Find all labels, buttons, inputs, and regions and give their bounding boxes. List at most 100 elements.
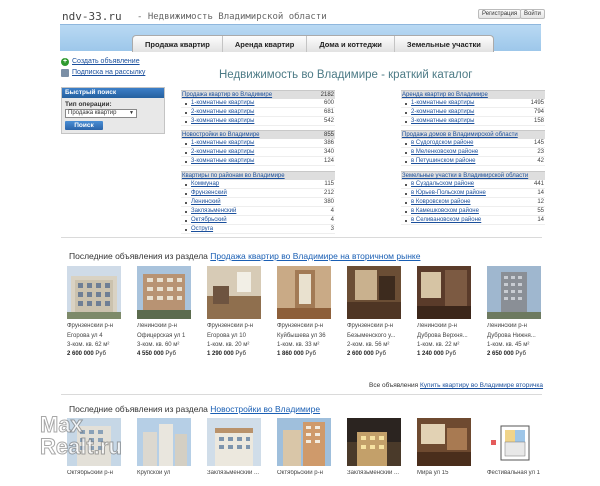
listing-district: Ленинский р-н	[417, 323, 457, 329]
list-item-link[interactable]: 2-комнатные квартиры	[182, 108, 254, 116]
list-item: 2-комнатные квартиры 794	[401, 108, 545, 117]
listing-photo[interactable]	[207, 266, 261, 319]
list-item-link[interactable]: Заклязьменский	[182, 207, 236, 215]
list-item-link[interactable]: 1-комнатные квартиры	[182, 99, 254, 107]
catalog-header: Продажа домов в Владимирской области	[401, 130, 545, 139]
listing-price: 2 600 000 Руб	[347, 349, 401, 358]
listing-card[interactable]: Октябрьский р-н	[67, 418, 121, 478]
catalog-title-link[interactable]: Земельные участки в Владимирской области	[402, 172, 528, 180]
catalog-title-link[interactable]: Аренда квартир во Владимире	[402, 91, 488, 99]
price-currency: Руб	[445, 351, 456, 357]
tab-houses[interactable]: Дома и коттеджи	[307, 36, 395, 52]
listing-card[interactable]: Фрунзенский р-н Безыменского у... 2-ком.…	[347, 266, 401, 358]
add-listing-link[interactable]: + Создать объявление	[61, 56, 145, 67]
list-item-link[interactable]: Оструга	[182, 225, 213, 233]
listing-price: 1 290 000 Руб	[207, 349, 261, 358]
catalog-districts: Квартиры по районам во Владимире Коммуна…	[181, 171, 335, 234]
list-item-link[interactable]: в Камешковском районе	[402, 207, 479, 215]
all-listings: Все объявления Купить квартиру во Владим…	[369, 382, 543, 389]
catalog-header: Земельные участки в Владимирской области	[401, 171, 545, 180]
subscribe-label[interactable]: Подписка на рассылку	[72, 69, 145, 76]
listing-card[interactable]: Крупской ул	[137, 418, 191, 478]
list-item-count: 441	[533, 181, 544, 187]
list-item-link[interactable]: в Ковровском районе	[402, 198, 471, 206]
catalog-title-link[interactable]: Новостройки во Владимире	[182, 131, 260, 139]
list-item-link[interactable]: 3-комнатные квартиры	[182, 117, 254, 125]
listing-address: Егорова ул 10	[207, 333, 246, 339]
list-item-link[interactable]: 3-комнатные квартиры	[182, 157, 254, 165]
list-item-count: 55	[537, 208, 544, 214]
listing-photo[interactable]	[347, 266, 401, 319]
listing-photo[interactable]	[67, 418, 121, 466]
listing-photo[interactable]	[487, 418, 541, 466]
search-button[interactable]: Поиск	[65, 121, 103, 130]
list-item-link[interactable]: в Суздальском районе	[402, 180, 474, 188]
list-item-link[interactable]: в Петушинском районе	[402, 157, 475, 165]
listing-photo[interactable]	[417, 266, 471, 319]
list-item-link[interactable]: Фрунзенский	[182, 189, 227, 197]
listing-card[interactable]: Мира ул 15	[417, 418, 471, 478]
header: ndv-33.ru - Недвижимость Владимирской об…	[0, 0, 600, 24]
listing-card[interactable]: Фрунзенский р-н Куйбышева ул 36 1-ком. к…	[277, 266, 331, 358]
register-button[interactable]: Регистрация	[478, 9, 522, 19]
catalog-title-link[interactable]: Продажа домов в Владимирской области	[402, 131, 518, 139]
plus-icon: +	[61, 57, 69, 66]
list-item-link[interactable]: 2-комнатные квартиры	[182, 148, 254, 156]
listing-address: Офицерская ул 1	[137, 333, 186, 339]
listing-card[interactable]: Ленинский р-н Офицерская ул 1 3-ком. кв.…	[137, 266, 191, 358]
list-item-link[interactable]: 1-комнатные квартиры	[182, 139, 254, 147]
list-item-link[interactable]: 2-комнатные квартиры	[402, 108, 474, 116]
list-item: в Юрьев-Польском районе 14	[401, 189, 545, 198]
list-item-link[interactable]: 1-комнатные квартиры	[402, 99, 474, 107]
listing-photo[interactable]	[277, 266, 331, 319]
list-item-count: 158	[533, 118, 544, 124]
listing-card[interactable]: Фестивальная ул 1	[487, 418, 541, 478]
list-item-link[interactable]: Ленинский	[182, 198, 221, 206]
catalog-title-link[interactable]: Квартиры по районам во Владимире	[182, 172, 285, 180]
site-name[interactable]: ndv-33.ru	[62, 10, 122, 23]
tab-sale[interactable]: Продажа квартир	[133, 36, 223, 52]
listing-card[interactable]: Фрунзенский р-н Егорова ул 4 3-ком. кв. …	[67, 266, 121, 358]
list-item-count: 23	[537, 149, 544, 155]
login-button[interactable]: Войти	[520, 9, 545, 19]
price-currency: Руб	[235, 351, 246, 357]
listing-card[interactable]: Заклязьменский ...	[347, 418, 401, 478]
list-item-count: 380	[323, 199, 334, 205]
list-item-link[interactable]: Октябрьский	[182, 216, 227, 224]
listing-photo[interactable]	[207, 418, 261, 466]
all-listings-link[interactable]: Купить квартиру во Владимире вторичка	[420, 382, 543, 389]
listing-photo[interactable]	[347, 418, 401, 466]
list-item-link[interactable]: в Селивановском районе	[402, 216, 481, 224]
listing-card[interactable]: Фрунзенский р-н Егорова ул 10 1-ком. кв.…	[207, 266, 261, 358]
listing-photo[interactable]	[487, 266, 541, 319]
list-item-link[interactable]: в Судогодском районе	[402, 139, 473, 147]
listing-photo[interactable]	[137, 418, 191, 466]
list-item-link[interactable]: Коммунар	[182, 180, 219, 188]
listing-card[interactable]: Ленинский р-н Дуброва Верхня... 1-ком. к…	[417, 266, 471, 358]
listing-card[interactable]: Заклязьменский ...	[207, 418, 261, 478]
listing-card[interactable]: Ленинский р-н Дуброва Нижня... 1-ком. кв…	[487, 266, 541, 358]
listing-photo[interactable]	[277, 418, 331, 466]
listing-photo[interactable]	[67, 266, 121, 319]
list-item-link[interactable]: в Меленковском районе	[402, 148, 478, 156]
listing-card[interactable]: Октябрьский р-н	[277, 418, 331, 478]
subscribe-link[interactable]: Подписка на рассылку	[61, 67, 145, 78]
listing-photo[interactable]	[137, 266, 191, 319]
list-item-link[interactable]: 3-комнатные квартиры	[402, 117, 474, 125]
tab-rent[interactable]: Аренда квартир	[223, 36, 308, 52]
list-item: 3-комнатные квартиры 124	[181, 157, 335, 166]
list-item-link[interactable]: в Юрьев-Польском районе	[402, 189, 486, 197]
listing-address: Куйбышева ул 36	[277, 333, 326, 339]
add-listing-label[interactable]: Создать объявление	[72, 58, 140, 65]
list-item: в Судогодском районе 145	[401, 139, 545, 148]
catalog-count: 2182	[320, 92, 334, 98]
section-link[interactable]: Новостройки во Владимире	[210, 404, 320, 414]
listing-photo[interactable]	[417, 418, 471, 466]
list-item: в Петушинском районе 42	[401, 157, 545, 166]
catalog-houses: Продажа домов в Владимирской области в С…	[401, 130, 545, 166]
listing-district: Крупской ул	[137, 470, 171, 476]
catalog-title-link[interactable]: Продажа квартир во Владимире	[182, 91, 272, 99]
section-link[interactable]: Продажа квартир во Владимире на вторично…	[210, 251, 420, 261]
tab-land[interactable]: Земельные участки	[395, 36, 493, 52]
operation-select[interactable]: Продажа квартир ▼	[65, 109, 137, 118]
